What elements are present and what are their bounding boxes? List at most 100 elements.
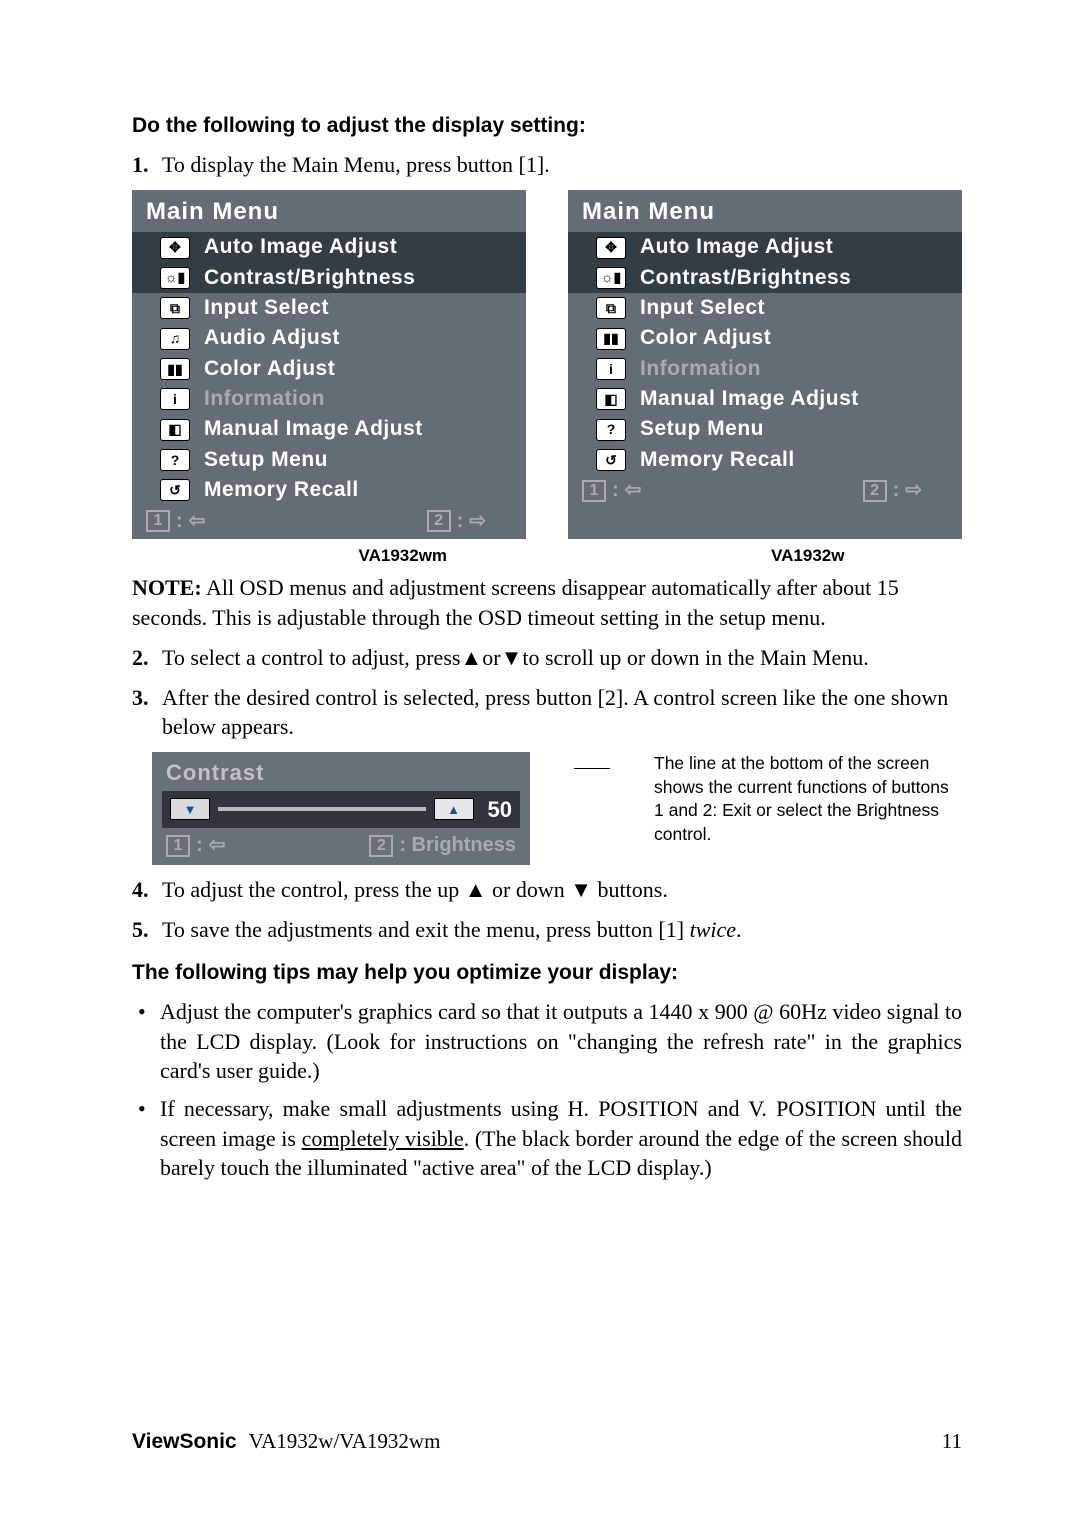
osd-menu-item[interactable]: ✥ Auto Image Adjust [132, 232, 526, 262]
osd-item-label: Memory Recall [640, 446, 795, 474]
footer-num-1-left: 1 [146, 510, 170, 532]
tips-list: • Adjust the computer's graphics card so… [132, 997, 962, 1183]
down-button[interactable]: ▼ [170, 798, 210, 820]
osd-item-label: Auto Image Adjust [640, 233, 833, 261]
contrast-panel: Contrast ▼ ▲ 50 1 : ⇦ 2 : Brightness [152, 752, 530, 865]
step-3-text: After the desired control is selected, p… [162, 683, 962, 742]
colon: : [457, 508, 464, 535]
slider-track[interactable] [218, 807, 426, 811]
step-2-pre: To select a control to adjust, press [162, 645, 460, 670]
osd-menu-item[interactable]: ◧Manual Image Adjust [132, 414, 526, 444]
up-button[interactable]: ▲ [434, 798, 474, 820]
osd-item-icon: ▮▮ [160, 358, 190, 380]
osd-item-icon: ↺ [160, 479, 190, 501]
tip-2: • If necessary, make small adjustments u… [138, 1094, 962, 1183]
contrast-footer: 1 : ⇦ 2 : Brightness [152, 832, 530, 865]
osd-menu-item[interactable]: ?Setup Menu [132, 445, 526, 475]
down-triangle-icon: ▼ [570, 877, 592, 902]
step-4-pre: To adjust the control, press the up [162, 877, 465, 902]
step-2-post: to scroll up or down in the Main Menu. [522, 645, 868, 670]
osd-menu-item[interactable]: ⧉Input Select [568, 293, 962, 323]
osd-right-list: ✥Auto Image Adjust ☼▮ Contrast/Brightness⧉… [568, 232, 962, 475]
osd-item-label: Audio Adjust [204, 324, 340, 352]
step-2-mid: or [482, 645, 500, 670]
bullet-icon: • [138, 1094, 160, 1183]
osd-item-label: Contrast/Brightness [204, 264, 415, 292]
osd-item-icon: ↺ [596, 449, 626, 471]
osd-menu-item[interactable]: ◧Manual Image Adjust [568, 384, 962, 414]
osd-panel-left: Main Menu ✥ Auto Image Adjust☼▮Contrast/B… [132, 190, 526, 538]
footer-num-2-right: 2 [863, 480, 887, 502]
step-3-num: 3. [132, 683, 162, 742]
note-paragraph: NOTE: All OSD menus and adjustment scree… [132, 573, 962, 632]
osd-item-icon: ☼▮ [596, 267, 626, 289]
osd-title-left: Main Menu [132, 190, 526, 232]
osd-right-footer: 1 : ⇦ 2 : ⇨ [568, 475, 962, 508]
tip-1-text: Adjust the computer's graphics card so t… [160, 997, 962, 1086]
osd-item-label: Setup Menu [640, 415, 764, 443]
contrast-note: The line at the bottom of the screen sho… [654, 752, 962, 847]
osd-menu-item[interactable]: iInformation [132, 384, 526, 414]
tip-2-underline: completely visible [302, 1126, 464, 1151]
osd-item-label: Contrast/Brightness [640, 264, 851, 292]
tip-1: • Adjust the computer's graphics card so… [138, 997, 962, 1086]
contrast-row: Contrast ▼ ▲ 50 1 : ⇦ 2 : Brightness Th [132, 752, 962, 865]
footer-brand: ViewSonic [132, 1430, 237, 1453]
model-label-left: VA1932wm [132, 545, 564, 568]
step-4-num: 4. [132, 875, 162, 905]
osd-item-icon: ◧ [160, 419, 190, 441]
osd-menu-item[interactable]: ⧉Input Select [132, 293, 526, 323]
colon: : [196, 832, 203, 859]
osd-menu-item[interactable]: ✥Auto Image Adjust [568, 232, 962, 262]
osd-item-label: Information [640, 355, 761, 383]
footer-left: ViewSonicVA1932w/VA1932wm [132, 1427, 440, 1456]
step-2-num: 2. [132, 643, 162, 673]
osd-item-icon: ✥ [160, 237, 190, 259]
step-4: 4. To adjust the control, press the up ▲… [132, 875, 962, 905]
osd-item-label: Color Adjust [204, 355, 335, 383]
osd-menu-item[interactable]: ↺ Memory Recall [568, 445, 962, 475]
contrast-slider-row: ▼ ▲ 50 [162, 791, 520, 829]
heading-tips: The following tips may help you optimize… [132, 959, 962, 987]
osd-row: Main Menu ✥ Auto Image Adjust ☼▮ Contrast/B… [132, 190, 962, 538]
osd-menu-item[interactable]: iInformation [568, 354, 962, 384]
osd-right-footer-1: 1 : ⇦ [582, 477, 641, 504]
step-5-pre: To save the adjustments and exit the men… [162, 917, 690, 942]
osd-item-label: Setup Menu [204, 446, 328, 474]
osd-menu-item[interactable]: ↺Memory Recall [132, 475, 526, 505]
colon: : [893, 477, 900, 504]
page-footer: ViewSonicVA1932w/VA1932wm 11 [132, 1427, 962, 1456]
contrast-footer-2: 2 : Brightness [369, 832, 516, 859]
step-4-post: buttons. [592, 877, 668, 902]
up-triangle-icon: ▲ [465, 877, 487, 902]
contrast-footer-2-label: : Brightness [399, 832, 516, 859]
osd-item-icon: ♫ [160, 328, 190, 350]
osd-item-label: Manual Image Adjust [640, 385, 859, 413]
osd-item-label: Auto Image Adjust [204, 233, 397, 261]
note-label: NOTE: [132, 575, 202, 600]
footer-num-1-right: 1 [582, 480, 606, 502]
osd-menu-item[interactable]: ♫ Audio Adjust [132, 323, 526, 353]
step-2: 2. To select a control to adjust, press▲… [132, 643, 962, 673]
down-triangle-icon: ▼ [501, 645, 523, 670]
exit-icon: ⇦ [209, 832, 226, 859]
osd-menu-item[interactable]: ▮▮ Color Adjust [132, 354, 526, 384]
osd-menu-item[interactable]: ▮▮Color Adjust [568, 323, 962, 353]
osd-item-label: Information [204, 385, 325, 413]
osd-menu-item[interactable]: ☼▮ Contrast/Brightness [568, 263, 962, 293]
callout-line [574, 768, 610, 769]
osd-item-icon: ? [596, 419, 626, 441]
footer-page-number: 11 [942, 1427, 962, 1456]
model-label-right: VA1932w [564, 545, 962, 568]
step-2-text: To select a control to adjust, press▲or▼… [162, 643, 962, 673]
heading-adjust: Do the following to adjust the display s… [132, 112, 962, 140]
footer-num-2-left: 2 [427, 510, 451, 532]
osd-menu-item[interactable]: ? Setup Menu [568, 414, 962, 444]
contrast-footer-2-num: 2 [369, 835, 393, 857]
step-4-mid: or down [487, 877, 571, 902]
bullet-icon: • [138, 997, 160, 1086]
osd-menu-item[interactable]: ☼▮Contrast/Brightness [132, 263, 526, 293]
tip-2-text: If necessary, make small adjustments usi… [160, 1094, 962, 1183]
step-1: 1. To display the Main Menu, press butto… [132, 150, 962, 180]
enter-icon: ⇨ [905, 477, 922, 504]
